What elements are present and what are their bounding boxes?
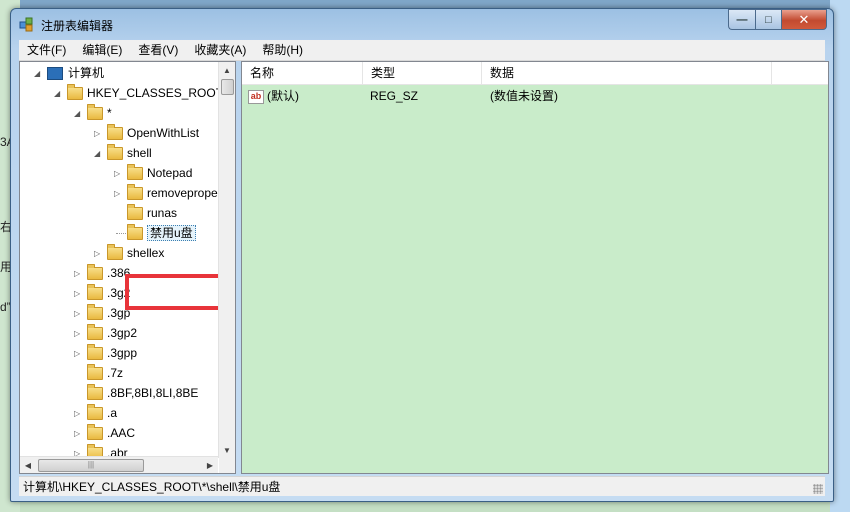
folder-icon: [127, 224, 143, 241]
value-row[interactable]: ab (默认) REG_SZ (数值未设置): [242, 86, 828, 106]
folder-icon: [87, 104, 103, 121]
tree-item-key[interactable]: ▷ .3g2: [74, 283, 130, 303]
string-value-icon: ab: [248, 89, 264, 104]
folder-icon: [107, 144, 123, 161]
tree-item-removeprope[interactable]: ▷ removeprope: [114, 183, 218, 203]
column-header-row: 名称 类型 数据: [242, 62, 828, 85]
folder-icon: [127, 164, 143, 181]
tree-item-key[interactable]: ▷ .386: [74, 263, 130, 283]
folder-icon: [67, 84, 83, 101]
status-path: 计算机\HKEY_CLASSES_ROOT\*\shell\禁用u盘: [23, 480, 281, 494]
tree-item-key[interactable]: ▷ .3gp: [74, 303, 130, 323]
regedit-window: 注册表编辑器 — □ ✕ 文件(F) 编辑(E) 查看(V) 收藏夹(A) 帮助…: [10, 8, 834, 502]
expanded-arrow-icon[interactable]: ◢: [94, 144, 103, 164]
collapsed-arrow-icon[interactable]: ▷: [114, 164, 123, 184]
resize-grip-icon[interactable]: [813, 484, 823, 494]
scroll-up-icon[interactable]: ▲: [219, 62, 235, 78]
tree-item-hkcr[interactable]: ◢ HKEY_CLASSES_ROOT: [54, 83, 218, 103]
menu-edit[interactable]: 编辑(E): [74, 40, 130, 60]
expanded-arrow-icon[interactable]: ◢: [54, 84, 63, 104]
tree-item-key[interactable]: .8BF,8BI,8LI,8BE: [74, 383, 198, 403]
collapsed-arrow-icon[interactable]: ▷: [74, 344, 83, 364]
tree-item-shellex[interactable]: ▷ shellex: [94, 243, 164, 263]
folder-icon: [87, 264, 103, 281]
scroll-corner: [219, 457, 235, 473]
tree-item-key[interactable]: ▷ .3gpp: [74, 343, 137, 363]
folder-icon: [107, 124, 123, 141]
collapsed-arrow-icon[interactable]: ▷: [94, 244, 103, 264]
folder-icon: [87, 384, 103, 401]
column-header-type[interactable]: 类型: [363, 62, 482, 84]
tree-item-openwithlist[interactable]: ▷ OpenWithList: [94, 123, 199, 143]
scroll-left-icon[interactable]: ◀: [20, 457, 36, 473]
title-bar[interactable]: 注册表编辑器 — □ ✕: [11, 9, 833, 39]
folder-icon: [87, 304, 103, 321]
window-title: 注册表编辑器: [41, 19, 114, 33]
column-header-data[interactable]: 数据: [482, 62, 772, 84]
folder-icon: [87, 344, 103, 361]
collapsed-arrow-icon[interactable]: ▷: [74, 264, 83, 284]
collapsed-arrow-icon[interactable]: ▷: [74, 304, 83, 324]
collapsed-arrow-icon[interactable]: ▷: [74, 284, 83, 304]
tree-item-computer[interactable]: ◢ 计算机: [34, 63, 104, 83]
expanded-arrow-icon[interactable]: ◢: [74, 104, 83, 124]
status-bar: 计算机\HKEY_CLASSES_ROOT\*\shell\禁用u盘: [19, 476, 825, 496]
tree-pane: ◢ 计算机 ◢ HKEY_CLASSES_ROOT ◢ * ▷ OpenWithList…: [19, 61, 236, 474]
regedit-icon: [19, 17, 33, 32]
scroll-thumb[interactable]: |||: [38, 459, 144, 472]
tree-vertical-scrollbar[interactable]: ▲ ▼: [218, 62, 235, 458]
menu-help[interactable]: 帮助(H): [254, 40, 311, 60]
value-data: (数值未设置): [490, 89, 558, 103]
collapsed-arrow-icon[interactable]: ▷: [74, 424, 83, 444]
tree-horizontal-scrollbar[interactable]: ◀ ||| ▶: [20, 456, 218, 473]
column-header-name[interactable]: 名称: [242, 62, 363, 84]
menu-bar: 文件(F) 编辑(E) 查看(V) 收藏夹(A) 帮助(H): [19, 40, 825, 61]
tree-item-star[interactable]: ◢ *: [74, 103, 112, 123]
collapsed-arrow-icon[interactable]: ▷: [94, 124, 103, 144]
tree-item-key[interactable]: ▷ .AAC: [74, 423, 135, 443]
menu-view[interactable]: 查看(V): [130, 40, 186, 60]
collapsed-arrow-icon[interactable]: ▷: [114, 184, 123, 204]
tree-item-key[interactable]: .7z: [74, 363, 123, 383]
folder-icon: [87, 404, 103, 421]
scroll-right-icon[interactable]: ▶: [202, 457, 218, 473]
scroll-down-icon[interactable]: ▼: [219, 442, 235, 458]
value-type: REG_SZ: [370, 89, 419, 103]
value-name: (默认): [267, 89, 299, 103]
maximize-button[interactable]: □: [755, 9, 781, 30]
tree-item-shell[interactable]: ◢ shell: [94, 143, 152, 163]
scroll-thumb[interactable]: [221, 79, 234, 95]
menu-favorites[interactable]: 收藏夹(A): [186, 40, 254, 60]
registry-tree: ◢ 计算机 ◢ HKEY_CLASSES_ROOT ◢ * ▷ OpenWithList…: [20, 62, 218, 458]
red-highlight-box: [125, 274, 232, 310]
expanded-arrow-icon[interactable]: ◢: [34, 64, 43, 84]
close-button[interactable]: ✕: [781, 9, 827, 30]
values-pane: 名称 类型 数据 ab (默认) REG_SZ (数值未设置): [241, 61, 829, 474]
folder-icon: [127, 204, 143, 221]
tree-item-key[interactable]: ▷ .3gp2: [74, 323, 137, 343]
folder-icon: [107, 244, 123, 261]
folder-icon: [87, 284, 103, 301]
collapsed-arrow-icon[interactable]: ▷: [74, 404, 83, 424]
tree-item-notepad[interactable]: ▷ Notepad: [114, 163, 192, 183]
minimize-button[interactable]: —: [728, 9, 755, 30]
tree-item-key[interactable]: ▷ .a: [74, 403, 117, 423]
folder-icon: [127, 184, 143, 201]
folder-icon: [87, 424, 103, 441]
folder-icon: [87, 364, 103, 381]
folder-icon: [87, 324, 103, 341]
tree-item-disable-usb[interactable]: 禁用u盘: [127, 223, 196, 243]
tree-item-runas[interactable]: runas: [114, 203, 177, 223]
collapsed-arrow-icon[interactable]: ▷: [74, 324, 83, 344]
menu-file[interactable]: 文件(F): [19, 40, 74, 60]
computer-icon: [47, 67, 63, 81]
